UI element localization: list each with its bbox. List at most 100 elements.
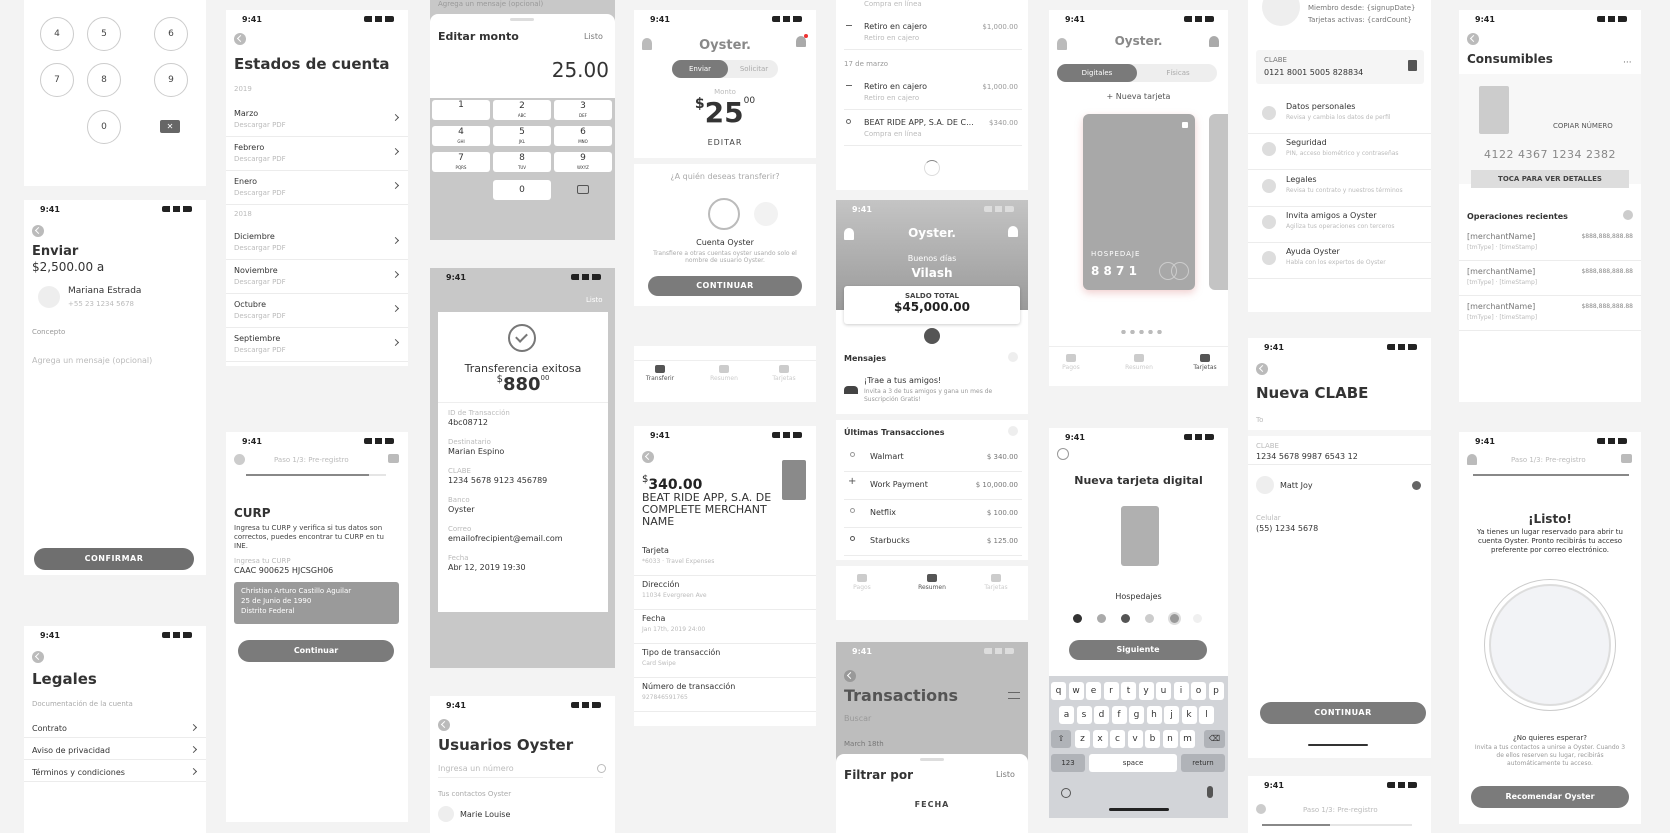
close-icon[interactable] (1008, 352, 1018, 362)
card-name-input[interactable]: Hospedajes (1049, 592, 1228, 601)
key-6[interactable]: 6 MNO (554, 126, 612, 146)
bell-icon[interactable] (1209, 36, 1219, 47)
menu-item[interactable]: Datos personales Revisa y cambia los dato… (1248, 98, 1431, 134)
backspace-icon[interactable]: ⌫ (1204, 730, 1225, 748)
contact-name[interactable]: Marie Louise (460, 810, 510, 819)
chat-icon[interactable] (1621, 454, 1632, 463)
key-m[interactable]: m (1180, 730, 1195, 748)
copy-number-button[interactable]: COPIAR NÚMERO (1553, 122, 1613, 130)
chevron-down-icon[interactable] (924, 328, 940, 344)
key-f[interactable]: f (1111, 706, 1127, 724)
key-5[interactable]: 5 JKL (493, 126, 551, 146)
key-space[interactable]: space (1089, 754, 1177, 772)
back-icon[interactable] (234, 33, 246, 45)
color-option[interactable] (1097, 614, 1106, 623)
back-icon[interactable] (32, 225, 44, 237)
key-e[interactable]: e (1086, 682, 1101, 700)
nav-pagos[interactable]: Pagos (842, 574, 882, 591)
back-icon[interactable] (32, 651, 44, 663)
key-7[interactable]: 7 PQRS (432, 152, 490, 172)
operation-row[interactable]: [merchantName] [tmType] · [timeStamp] $888… (1459, 296, 1641, 331)
recommend-button[interactable]: Recomendar Oyster (1471, 786, 1629, 808)
transaction-row[interactable]: Walmart $ 340.00 (844, 444, 1022, 472)
close-icon[interactable] (1008, 426, 1018, 436)
key-7[interactable]: 7 (40, 63, 74, 97)
tab-enviar[interactable]: Enviar (672, 60, 728, 78)
phone-input[interactable]: (55) 1234 5678 (1256, 524, 1318, 533)
search-icon[interactable] (597, 764, 606, 773)
copy-icon[interactable] (1408, 60, 1417, 71)
curp-input[interactable]: CAAC 900625 HJCSGH06 (234, 566, 333, 575)
menu-item[interactable]: Invita amigos a Oyster Agiliza tus operac… (1248, 207, 1431, 243)
done-button[interactable]: Listo (996, 770, 1015, 779)
nav-resumen[interactable]: Resumen (704, 365, 744, 382)
color-option[interactable] (1193, 614, 1202, 623)
key-w[interactable]: w (1068, 682, 1084, 700)
continue-button[interactable]: CONTINUAR (648, 276, 802, 296)
key-b[interactable]: b (1145, 730, 1160, 748)
key-0[interactable]: 0 (87, 110, 121, 144)
operation-row[interactable]: [merchantName] [tmType] · [timeStamp] $888… (1459, 261, 1641, 296)
key-5[interactable]: 5 (87, 17, 121, 51)
microphone-icon[interactable] (1207, 786, 1213, 798)
list-item[interactable]: Octubre Descargar PDF (226, 294, 408, 328)
transaction-row[interactable]: + Work Payment $ 10,000.00 (844, 472, 1022, 500)
menu-item[interactable]: Legales Revisa tu contrato y nuestros tér… (1248, 171, 1431, 207)
key-8[interactable]: 8 TUV (493, 152, 551, 172)
done-button[interactable]: Listo (586, 296, 603, 304)
key-2[interactable]: 2 ABC (493, 100, 551, 120)
back-icon[interactable] (438, 719, 450, 731)
key-y[interactable]: y (1138, 682, 1154, 700)
back-icon[interactable] (1467, 33, 1479, 45)
key-3[interactable]: 3 DEF (554, 100, 612, 120)
key-k[interactable]: k (1181, 706, 1197, 724)
key-c[interactable]: c (1110, 730, 1125, 748)
key-v[interactable]: v (1127, 730, 1143, 748)
key-9[interactable]: 9 (154, 63, 188, 97)
shift-icon[interactable]: ⇧ (1051, 730, 1071, 748)
profile-icon[interactable] (1467, 454, 1477, 465)
key-4[interactable]: 4 (40, 17, 74, 51)
more-icon[interactable]: ··· (1623, 58, 1632, 68)
clabe-input[interactable]: 1234 5678 9987 6543 12 (1256, 452, 1358, 461)
color-option[interactable] (1145, 614, 1154, 623)
other-account-icon[interactable] (754, 202, 778, 226)
key-i[interactable]: i (1173, 682, 1189, 700)
key-a[interactable]: a (1059, 706, 1074, 724)
edit-button[interactable]: EDITAR (634, 138, 816, 147)
key-0[interactable]: 0 (493, 180, 551, 200)
list-item[interactable]: Diciembre Descargar PDF (226, 226, 408, 260)
continue-button[interactable]: Continuar (238, 640, 394, 662)
list-item[interactable]: Aviso de privacidad (24, 738, 206, 760)
menu-item[interactable]: Ayuda Oyster Habla con los expertos de Oy… (1248, 243, 1431, 279)
operation-row[interactable]: [merchantName] [tmType] · [timeStamp] $888… (1459, 226, 1641, 261)
chat-icon[interactable] (388, 454, 399, 463)
key-o[interactable]: o (1191, 682, 1206, 700)
emoji-icon[interactable] (1061, 788, 1071, 798)
key-q[interactable]: q (1051, 682, 1066, 700)
key-p[interactable]: p (1208, 682, 1224, 700)
search-input[interactable]: Ingresa un número (438, 764, 603, 778)
list-item[interactable]: BEAT RIDE APP, S.A. DE C... Compra en lín… (844, 112, 1022, 146)
card[interactable]: HOSPEDAJE 8 8 7 1 (1083, 114, 1195, 290)
list-item[interactable]: Contrato (24, 716, 206, 738)
nav-resumen[interactable]: Resumen (912, 574, 952, 591)
filter-icon[interactable] (1008, 692, 1020, 699)
back-icon[interactable] (1256, 363, 1268, 375)
done-button[interactable]: Listo (584, 32, 603, 41)
key-u[interactable]: u (1156, 682, 1171, 700)
color-option[interactable] (1121, 614, 1130, 623)
oyster-account-icon[interactable] (708, 198, 740, 230)
list-item[interactable]: Septiembre Descargar PDF (226, 328, 408, 362)
key-l[interactable]: l (1199, 706, 1214, 724)
nav-pagos[interactable]: Pagos (1051, 354, 1091, 371)
receipt-thumbnail[interactable] (782, 460, 806, 500)
next-button[interactable]: Siguiente (1069, 640, 1207, 660)
balance-card[interactable]: SALDO TOTAL $45,000.00 (844, 286, 1020, 324)
key-h[interactable]: h (1146, 706, 1162, 724)
continue-button[interactable]: CONTINUAR (1260, 702, 1426, 724)
back-icon[interactable] (844, 670, 856, 682)
transaction-row[interactable]: Netflix $ 100.00 (844, 500, 1022, 528)
nav-tarjetas[interactable]: Tarjetas (764, 365, 804, 382)
key-j[interactable]: j (1164, 706, 1179, 724)
